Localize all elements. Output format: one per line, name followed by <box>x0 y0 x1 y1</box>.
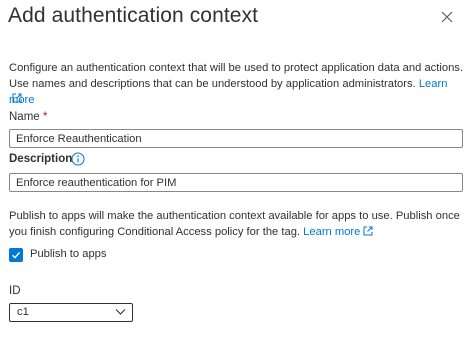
chevron-down-icon <box>115 309 126 315</box>
name-label: Name * <box>9 111 47 123</box>
publish-checkbox[interactable] <box>9 248 23 262</box>
publish-learn-more-link[interactable]: Learn more <box>303 226 360 238</box>
checkmark-icon <box>12 251 21 259</box>
description-label: Description <box>9 153 73 165</box>
id-label: ID <box>9 285 21 297</box>
publish-description: Publish to apps will make the authentica… <box>9 208 471 240</box>
publish-checkbox-label[interactable]: Publish to apps <box>30 248 107 260</box>
info-icon[interactable] <box>71 152 85 166</box>
description-input[interactable] <box>9 173 463 192</box>
close-button[interactable] <box>437 7 457 27</box>
name-input[interactable] <box>9 129 463 148</box>
external-link-icon[interactable] <box>12 93 22 103</box>
panel-title: Add authentication context <box>8 4 259 27</box>
id-selected-value: c1 <box>17 306 29 318</box>
id-dropdown[interactable]: c1 <box>9 303 133 322</box>
intro-text: Configure an authentication context that… <box>9 62 464 90</box>
publish-text: Publish to apps will make the authentica… <box>9 210 460 238</box>
intro-description: Configure an authentication context that… <box>9 60 469 108</box>
required-marker: * <box>42 111 48 123</box>
close-icon[interactable] <box>441 11 453 23</box>
external-link-icon[interactable] <box>363 226 373 236</box>
name-label-text: Name <box>9 111 40 123</box>
